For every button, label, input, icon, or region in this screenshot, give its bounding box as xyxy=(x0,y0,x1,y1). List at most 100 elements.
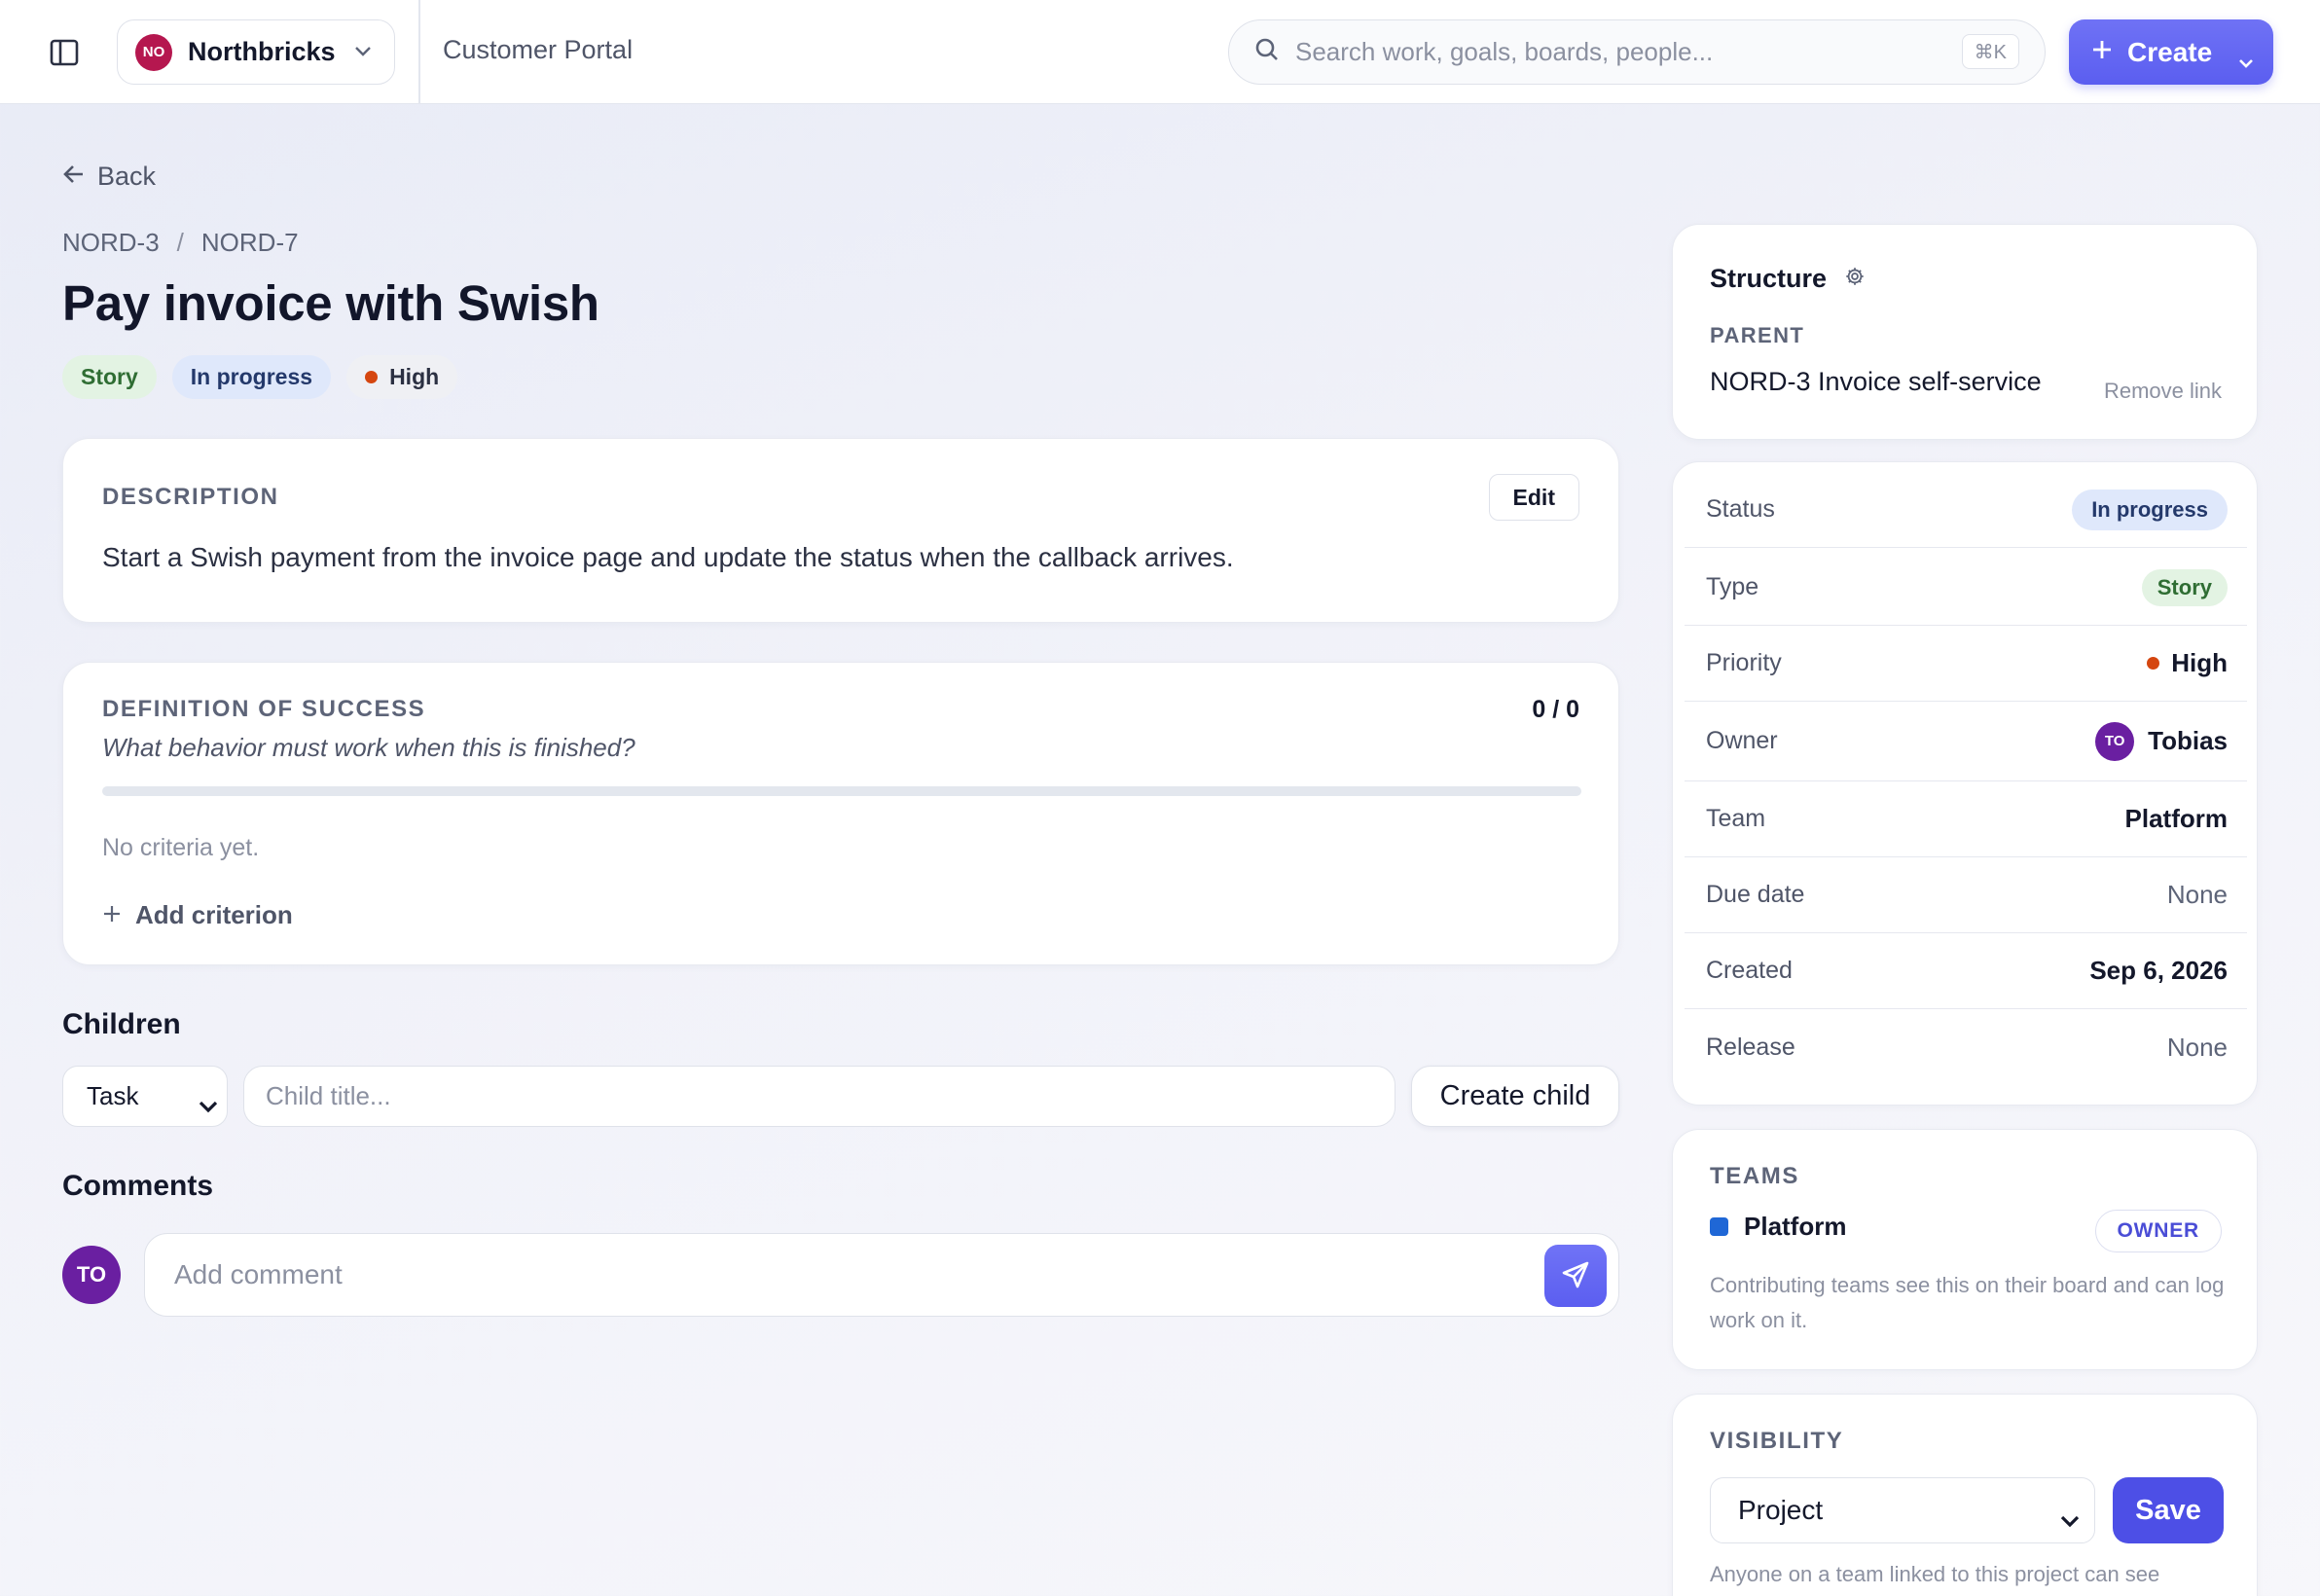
child-title-input[interactable] xyxy=(243,1066,1396,1127)
breadcrumb-separator: / xyxy=(176,228,184,257)
plus-icon xyxy=(2090,37,2114,68)
description-card: DESCRIPTION Edit Start a Swish payment f… xyxy=(62,438,1619,623)
priority-value-label: High xyxy=(2171,648,2228,677)
structure-card: Structure PARENT NORD-3 Invoice self-ser… xyxy=(1672,224,2258,440)
parent-issue-link[interactable]: NORD-3 Invoice self-service xyxy=(1710,367,2042,397)
property-priority[interactable]: Priority High xyxy=(1685,626,2247,702)
property-key: Owner xyxy=(1706,727,1778,754)
gear-icon[interactable] xyxy=(1844,264,1866,294)
issue-title: Pay invoice with Swish xyxy=(62,275,599,331)
property-key: Due date xyxy=(1706,881,1805,908)
chevron-down-icon xyxy=(198,1090,219,1120)
property-key: Type xyxy=(1706,573,1759,600)
priority-dot-icon xyxy=(365,371,379,383)
structure-title: Structure xyxy=(1710,264,1866,294)
comment-input[interactable] xyxy=(174,1253,1517,1296)
priority-dot-icon xyxy=(2147,657,2160,670)
owner-name: Tobias xyxy=(2148,726,2228,755)
status-badge: In progress xyxy=(2072,489,2228,530)
sidebar-toggle-icon[interactable] xyxy=(47,35,82,70)
child-type-select[interactable]: Task xyxy=(62,1066,228,1127)
create-child-button[interactable]: Create child xyxy=(1411,1066,1619,1127)
property-type[interactable]: Type Story xyxy=(1685,550,2247,626)
property-owner[interactable]: Owner TO Tobias xyxy=(1685,702,2247,781)
global-search[interactable]: ⌘K xyxy=(1228,19,2046,85)
structure-title-label: Structure xyxy=(1710,264,1828,293)
priority-value: High xyxy=(2147,648,2228,678)
save-visibility-button[interactable]: Save xyxy=(2113,1477,2224,1543)
description-label: DESCRIPTION xyxy=(102,484,279,510)
release-value: None xyxy=(2166,1032,2228,1062)
avatar: TO xyxy=(2095,721,2135,761)
team-name: Platform xyxy=(1744,1212,1847,1241)
chevron-down-icon xyxy=(353,44,373,62)
owner-value: TO Tobias xyxy=(2095,721,2228,761)
definition-of-success-question: What behavior must work when this is fin… xyxy=(102,733,635,762)
edit-description-button[interactable]: Edit xyxy=(1488,474,1579,521)
search-shortcut: ⌘K xyxy=(1961,34,2019,69)
workspace-avatar: NO xyxy=(135,33,172,71)
send-icon xyxy=(1560,1259,1591,1293)
team-item[interactable]: Platform xyxy=(1710,1212,1846,1242)
property-team[interactable]: Team Platform xyxy=(1685,781,2247,857)
add-criterion-button[interactable]: Add criterion xyxy=(102,900,293,930)
description-text: Start a Swish payment from the invoice p… xyxy=(102,542,1234,572)
parent-label: PARENT xyxy=(1710,323,1805,347)
issue-badges: Story In progress High xyxy=(62,355,458,399)
visibility-label: VISIBILITY xyxy=(1710,1428,1844,1454)
teams-label: TEAMS xyxy=(1710,1163,1799,1189)
criteria-progress-bar xyxy=(102,786,1581,796)
visibility-card: VISIBILITY Project Save Anyone on a team… xyxy=(1672,1394,2258,1596)
property-key: Team xyxy=(1706,805,1766,832)
visibility-value: Project xyxy=(1738,1495,1824,1525)
criteria-count: 0 / 0 xyxy=(1532,696,1579,723)
visibility-help-text: Anyone on a team linked to this project … xyxy=(1710,1562,2160,1586)
send-comment-button[interactable] xyxy=(1544,1245,1607,1307)
workspace-switcher[interactable]: NO Northbricks xyxy=(117,19,395,85)
comment-composer xyxy=(144,1233,1619,1317)
avatar: TO xyxy=(62,1246,121,1304)
topbar-divider xyxy=(418,0,420,104)
children-heading: Children xyxy=(62,1008,181,1040)
comments-heading: Comments xyxy=(62,1170,214,1202)
property-release[interactable]: Release None xyxy=(1685,1009,2247,1085)
properties-card: Status In progress Type Story Priority H… xyxy=(1672,461,2258,1106)
status-badge: In progress xyxy=(171,355,332,399)
created-value: Sep 6, 2026 xyxy=(2089,956,2228,985)
due-date-value: None xyxy=(2166,880,2228,909)
search-icon xyxy=(1254,37,1280,67)
property-key: Created xyxy=(1706,957,1793,984)
property-key: Priority xyxy=(1706,649,1782,676)
breadcrumb-parent[interactable]: NORD-3 xyxy=(62,228,160,258)
project-name[interactable]: Customer Portal xyxy=(443,35,633,65)
teams-help-text: Contributing teams see this on their boa… xyxy=(1710,1273,2225,1332)
team-value: Platform xyxy=(2124,804,2228,833)
arrow-left-icon xyxy=(62,162,86,192)
team-role-badge: OWNER xyxy=(2094,1210,2222,1252)
property-key: Status xyxy=(1706,495,1775,523)
create-button-label: Create xyxy=(2127,36,2213,67)
property-due-date[interactable]: Due date None xyxy=(1685,857,2247,933)
property-status[interactable]: Status In progress xyxy=(1685,472,2247,548)
breadcrumb-current[interactable]: NORD-7 xyxy=(201,228,299,258)
teams-card: TEAMS Platform OWNER Contributing teams … xyxy=(1672,1129,2258,1370)
breadcrumb: NORD-3 / NORD-7 xyxy=(62,228,299,258)
visibility-select[interactable]: Project xyxy=(1710,1477,2095,1543)
top-bar: NO Northbricks Customer Portal ⌘K Create xyxy=(0,0,2320,104)
property-created: Created Sep 6, 2026 xyxy=(1685,933,2247,1009)
plus-icon xyxy=(102,900,122,930)
remove-link-button[interactable]: Remove link xyxy=(2104,379,2222,404)
create-button[interactable]: Create xyxy=(2069,19,2273,85)
type-badge: Story xyxy=(2141,568,2228,606)
back-link[interactable]: Back xyxy=(62,162,156,192)
search-input[interactable] xyxy=(1295,37,1928,67)
definition-of-success-label: DEFINITION OF SUCCESS xyxy=(102,696,426,722)
team-color-icon xyxy=(1710,1217,1728,1236)
priority-badge: High xyxy=(346,355,458,399)
type-badge: Story xyxy=(62,355,157,399)
back-label: Back xyxy=(97,162,157,191)
property-key: Release xyxy=(1706,1033,1795,1061)
child-type-value: Task xyxy=(87,1081,139,1110)
no-criteria-text: No criteria yet. xyxy=(102,834,260,861)
add-criterion-label: Add criterion xyxy=(135,900,293,929)
